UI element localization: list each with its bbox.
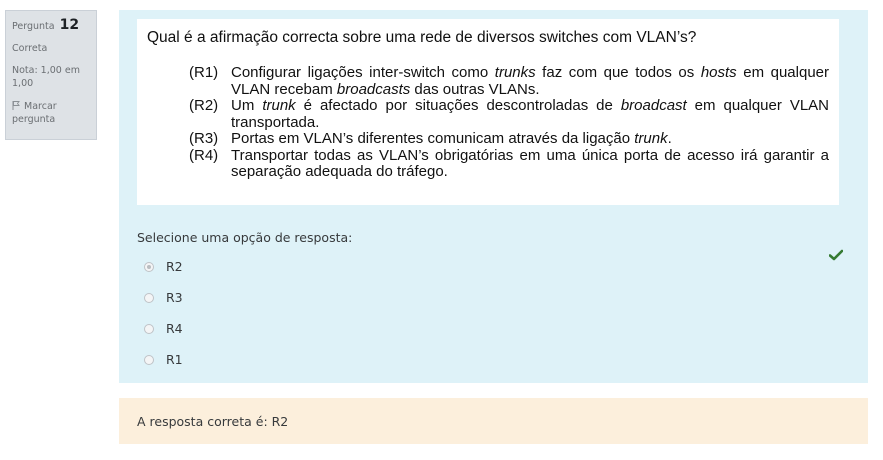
statement-segment: hosts — [700, 64, 737, 81]
question-stem: Qual é a afirmação correcta sobre uma re… — [147, 29, 697, 46]
statement-segment: trunk — [262, 97, 296, 114]
answer-option-r3[interactable]: R3 — [144, 282, 183, 313]
statement-label: (R4) — [189, 146, 219, 164]
statement-item: (R1) Configurar ligações inter-switch com… — [189, 64, 829, 98]
radio-button[interactable] — [144, 261, 154, 272]
question-label: Pergunta — [12, 21, 55, 32]
question-info-panel: Pergunta 12 Correta Nota: 1,00 em 1,00 M… — [5, 10, 97, 140]
statement-segment: trunks — [494, 64, 536, 81]
statement-text: Transportar todas as VLAN’s obrigatórias… — [231, 146, 829, 181]
statement-text: Um trunk é afectado por situações descon… — [231, 97, 829, 131]
check-icon — [829, 249, 843, 261]
statement-segment: Transportar todas as VLAN’s obrigatórias… — [231, 146, 829, 180]
answer-label: R3 — [166, 290, 183, 305]
question-text-image: Qual é a afirmação correcta sobre uma re… — [137, 19, 839, 205]
statement-segment: trunk — [634, 130, 668, 147]
statement-segment: Portas em VLAN’s diferentes comunicam at… — [231, 130, 635, 147]
answer-label: R4 — [166, 321, 183, 336]
statement-label: (R2) — [189, 97, 219, 114]
statement-label: (R1) — [189, 64, 219, 81]
answer-label: R2 — [166, 259, 183, 274]
answer-option-r2[interactable]: R2 — [144, 251, 183, 282]
statement-segment: Configurar ligações inter-switch como — [231, 64, 495, 81]
answer-label: R1 — [166, 352, 183, 367]
statement-segment: broadcasts — [336, 80, 411, 98]
statement-text: Portas em VLAN’s diferentes comunicam at… — [231, 130, 829, 148]
statement-segment: das outras VLANs. — [410, 80, 540, 98]
question-grade: Nota: 1,00 em 1,00 — [12, 65, 80, 89]
radio-button[interactable] — [144, 323, 154, 334]
statement-segment: Um — [231, 97, 263, 114]
question-state: Correta — [12, 43, 48, 54]
statement-segment: faz com que todos os — [535, 64, 701, 81]
radio-button[interactable] — [144, 354, 154, 365]
flag-question-link[interactable]: Marcar pergunta — [12, 100, 90, 126]
statement-item: (R3) Portas em VLAN’s diferentes comunica… — [189, 130, 829, 148]
question-formulation: Qual é a afirmação correcta sobre uma re… — [119, 10, 868, 383]
right-answer-text: A resposta correta é: R2 — [137, 414, 289, 429]
statement-item: (R2) Um trunk é afectado por situações de… — [189, 97, 829, 131]
statement-segment: é afectado por situações descontroladas … — [295, 97, 621, 114]
answer-option-r4[interactable]: R4 — [144, 313, 183, 344]
statement-item: (R4) Transportar todas as VLAN’s obrigató… — [189, 146, 829, 181]
question-number-value: 12 — [59, 17, 80, 33]
flag-icon — [12, 101, 20, 110]
statement-segment: . — [667, 130, 672, 147]
radio-button[interactable] — [144, 292, 154, 303]
statement-text: Configurar ligações inter-switch como tr… — [231, 64, 829, 98]
answer-option-r1[interactable]: R1 — [144, 344, 183, 375]
answer-prompt: Selecione uma opção de resposta: — [137, 230, 353, 245]
answer-options: R2 R3 R4 R1 — [144, 251, 183, 375]
feedback-box: A resposta correta é: R2 — [119, 398, 868, 444]
statement-segment: broadcast — [620, 97, 687, 114]
statement-label: (R3) — [189, 130, 219, 147]
statement-list: (R1) Configurar ligações inter-switch com… — [189, 64, 829, 181]
question-number: Pergunta 12 — [12, 17, 90, 33]
